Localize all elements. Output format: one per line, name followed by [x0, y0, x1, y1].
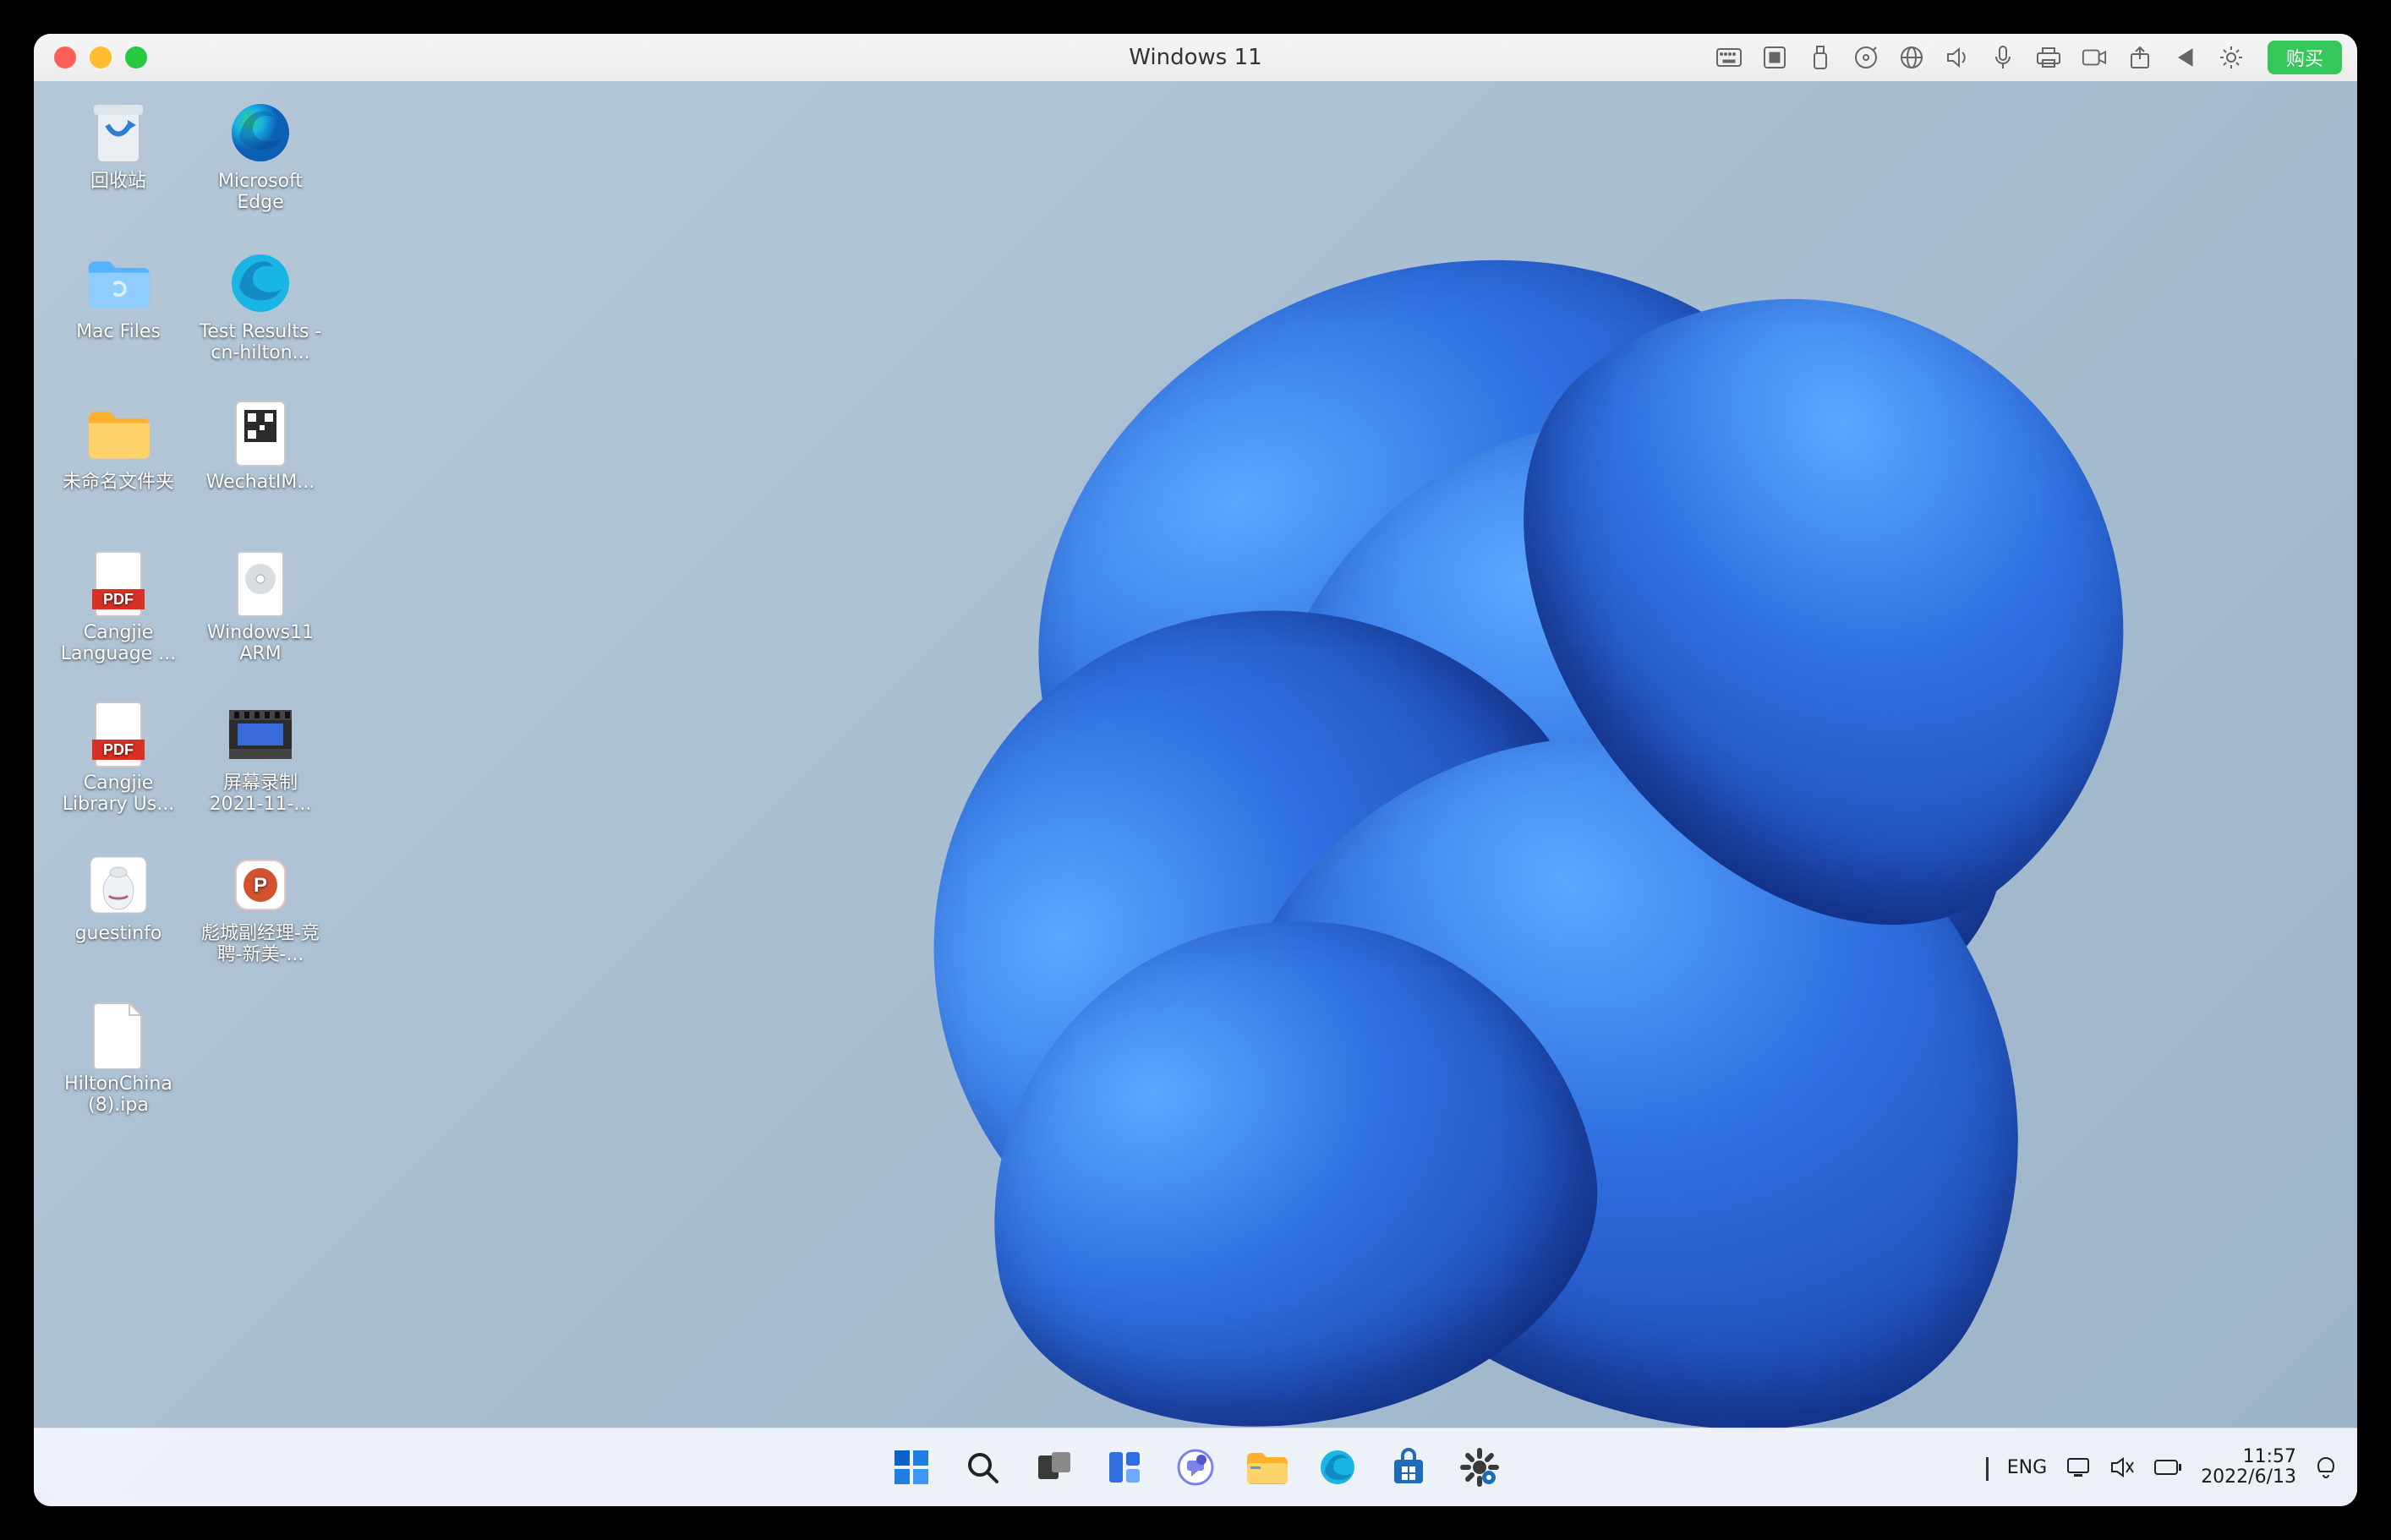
zoom-window-button[interactable]: [125, 46, 147, 68]
desktop-icon-label: Windows11 ARM: [197, 622, 324, 665]
desktop-icon-label: Cangjie Language ...: [55, 622, 182, 665]
window-title: Windows 11: [1129, 45, 1261, 70]
desktop-icon-label: 屏幕录制 2021-11-...: [197, 773, 324, 816]
minimize-window-button[interactable]: [90, 46, 112, 68]
edge-icon: [227, 250, 293, 316]
close-window-button[interactable]: [54, 46, 76, 68]
recycle-bin-icon: [85, 100, 151, 166]
desktop-icon-wechat-img[interactable]: WechatIM...: [193, 396, 328, 539]
pdf-file-icon: PDF: [85, 702, 151, 767]
desktop-icon-test-results[interactable]: Test Results - cn-hilton...: [193, 245, 328, 389]
svg-text:PDF: PDF: [103, 741, 134, 758]
mic-icon[interactable]: [1990, 45, 2016, 70]
desktop-icon-recycle-bin[interactable]: 回收站: [51, 95, 186, 238]
disc-icon[interactable]: [1853, 45, 1879, 70]
taskbar-clock[interactable]: 11:57 2022/6/13: [2201, 1447, 2296, 1488]
chat-button[interactable]: [1165, 1437, 1226, 1498]
desktop-icons: 回收站 Microsoft Edge Mac Files: [51, 95, 328, 1141]
share-icon[interactable]: [2127, 45, 2153, 70]
folder-icon: [85, 401, 151, 467]
guest-desktop[interactable]: 回收站 Microsoft Edge Mac Files: [34, 81, 2357, 1506]
window-controls: [54, 46, 147, 68]
volume-mute-icon[interactable]: [2109, 1456, 2135, 1478]
edge-icon: [227, 100, 293, 166]
store-button[interactable]: [1378, 1437, 1439, 1498]
system-tray: ENG 11:57 2022/6/13: [1986, 1447, 2337, 1488]
desktop-icon-label: 回收站: [90, 171, 146, 192]
clock-date: 2022/6/13: [2201, 1467, 2296, 1488]
desktop-icon-mac-files[interactable]: Mac Files: [51, 245, 186, 389]
usb-icon[interactable]: [1808, 45, 1833, 70]
settings-app-button[interactable]: [1449, 1437, 1510, 1498]
battery-icon[interactable]: [2153, 1459, 2182, 1476]
keyboard-icon[interactable]: [1716, 45, 1742, 70]
clock-time: 11:57: [2243, 1447, 2296, 1467]
desktop-icon-screen-rec[interactable]: 屏幕录制 2021-11-...: [193, 696, 328, 840]
desktop-icon-hilton-ipa[interactable]: HiltonChina (8).ipa: [51, 997, 186, 1141]
desktop-icon-unnamed-folder[interactable]: 未命名文件夹: [51, 396, 186, 539]
titlebar-right: 购买: [1716, 41, 2342, 74]
taskbar-center: [881, 1437, 1510, 1498]
vm-window: Windows 11 购买: [34, 34, 2357, 1506]
camera-icon[interactable]: [2082, 45, 2107, 70]
pdf-file-icon: PDF: [85, 551, 151, 617]
folder-icon: [85, 250, 151, 316]
svg-text:PDF: PDF: [103, 591, 134, 608]
file-explorer-button[interactable]: [1236, 1437, 1297, 1498]
desktop-icon-win11-arm[interactable]: Windows11 ARM: [193, 546, 328, 690]
video-file-icon: [227, 702, 293, 767]
desktop-icon-cangjie-lang[interactable]: PDF Cangjie Language ...: [51, 546, 186, 690]
desktop-icon-label: HiltonChina (8).ipa: [55, 1073, 182, 1117]
edge-button[interactable]: [1307, 1437, 1368, 1498]
blank-file-icon: [85, 1002, 151, 1068]
iso-file-icon: [227, 551, 293, 617]
titlebar: Windows 11 购买: [34, 34, 2357, 82]
desktop-icon-label: Mac Files: [76, 321, 161, 342]
desktop-icon-label: Test Results - cn-hilton...: [197, 321, 324, 364]
desktop-icon-label: Cangjie Library Us...: [55, 773, 182, 816]
globe-icon[interactable]: [1899, 45, 1924, 70]
settings-icon[interactable]: [2219, 45, 2244, 70]
desktop-icon-label: 彪城副经理-竞聘-新美-...: [197, 923, 324, 966]
desktop-icon-label: 未命名文件夹: [63, 472, 174, 493]
buy-button[interactable]: 购买: [2268, 41, 2342, 74]
wallpaper-bloom: [870, 195, 2311, 1450]
desktop-icon-guestinfo[interactable]: guestinfo: [51, 847, 186, 991]
widgets-button[interactable]: [1094, 1437, 1155, 1498]
tray-overflow-button[interactable]: [1986, 1457, 1989, 1478]
taskbar: ENG 11:57 2022/6/13: [34, 1428, 2357, 1506]
network-icon[interactable]: [2065, 1456, 2091, 1478]
printer-icon[interactable]: [2036, 45, 2061, 70]
image-file-icon: [85, 852, 151, 918]
back-icon[interactable]: [2173, 45, 2198, 70]
desktop-icon-edge[interactable]: Microsoft Edge: [193, 95, 328, 238]
svg-text:P: P: [254, 874, 267, 897]
focus-icon[interactable]: [1762, 45, 1787, 70]
image-file-icon: [227, 401, 293, 467]
start-button[interactable]: [881, 1437, 942, 1498]
input-language[interactable]: ENG: [2007, 1457, 2047, 1478]
notifications-button[interactable]: [2315, 1456, 2337, 1478]
ppt-file-icon: P: [227, 852, 293, 918]
task-view-button[interactable]: [1023, 1437, 1084, 1498]
desktop-icon-label: guestinfo: [75, 923, 162, 944]
desktop-icon-label: Microsoft Edge: [197, 171, 324, 214]
volume-icon[interactable]: [1945, 45, 1970, 70]
search-button[interactable]: [952, 1437, 1013, 1498]
desktop-icon-cangjie-lib[interactable]: PDF Cangjie Library Us...: [51, 696, 186, 840]
desktop-icon-ppt[interactable]: P 彪城副经理-竞聘-新美-...: [193, 847, 328, 991]
desktop-icon-label: WechatIM...: [206, 472, 315, 493]
